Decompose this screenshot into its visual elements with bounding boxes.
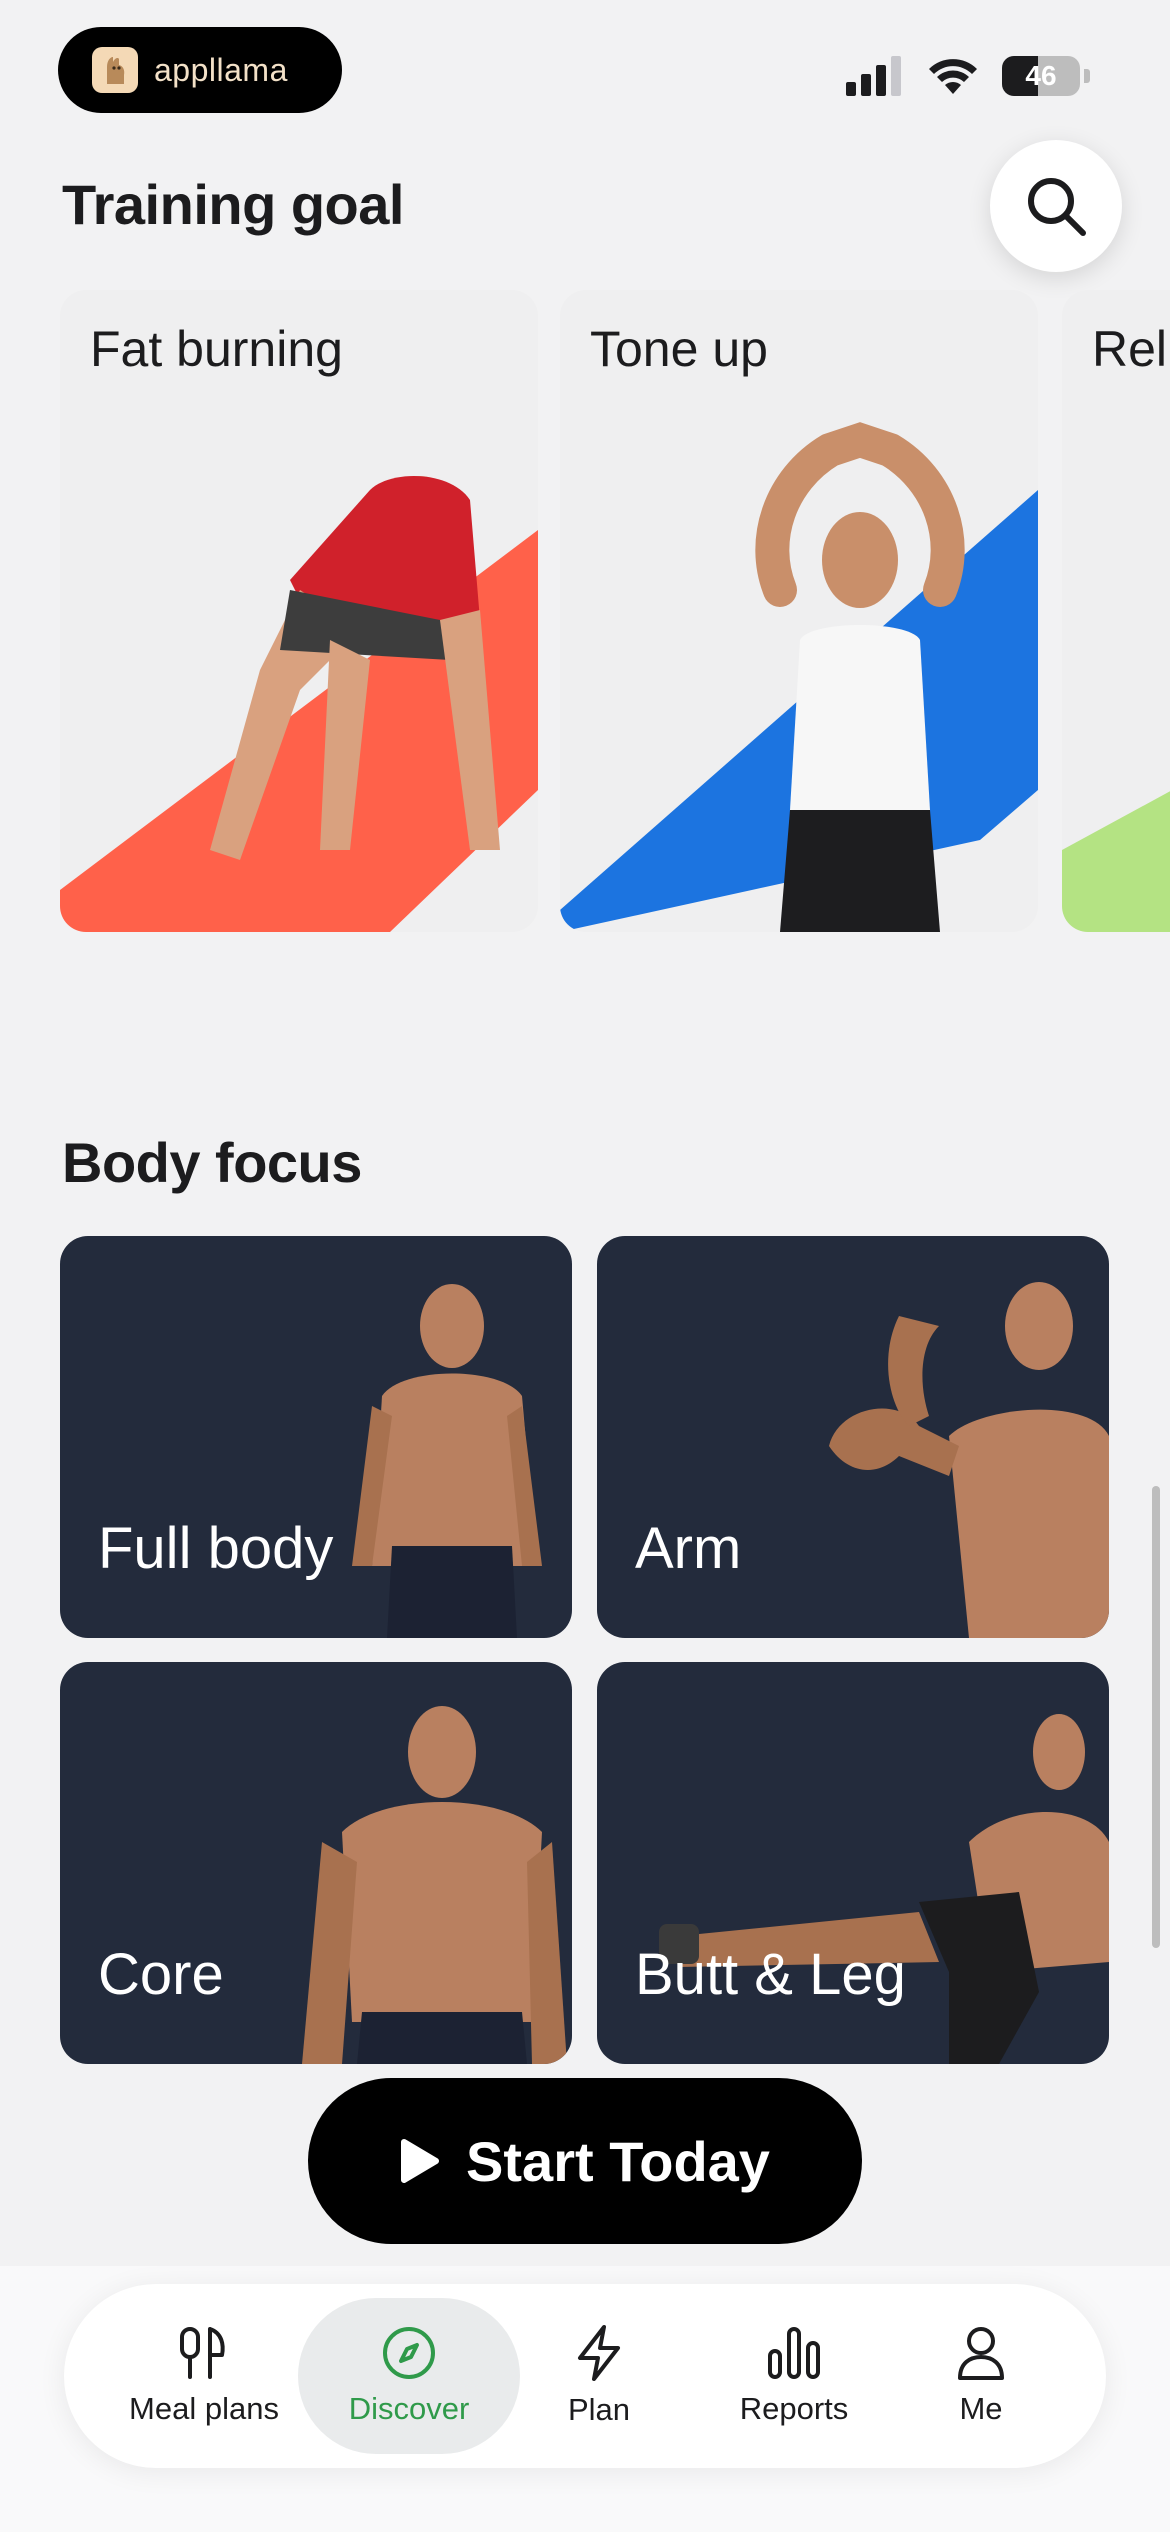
goal-card-label: Tone up bbox=[590, 321, 768, 377]
goal-card-relax[interactable]: Rel bbox=[1062, 290, 1170, 932]
discover-screen: appllama 46 Training goal Fat burning To… bbox=[0, 0, 1170, 2532]
start-today-label: Start Today bbox=[466, 2129, 770, 2193]
tab-label: Plan bbox=[567, 2392, 631, 2427]
athlete-figure bbox=[302, 1706, 567, 2064]
tab-discover[interactable]: Discover bbox=[309, 2284, 509, 2468]
tab-reports[interactable]: Reports bbox=[694, 2284, 894, 2468]
focus-card-label: Core bbox=[98, 1942, 224, 2007]
scroll-indicator[interactable] bbox=[1152, 1486, 1160, 1948]
tab-meal-plans[interactable]: Meal plans bbox=[104, 2284, 304, 2468]
utensils-icon bbox=[180, 2327, 225, 2379]
tab-bar: Meal plans Discover Plan Reports Me bbox=[64, 2284, 1106, 2468]
start-today-button[interactable]: Start Today bbox=[308, 2078, 862, 2244]
lightning-icon bbox=[578, 2325, 620, 2381]
compass-icon bbox=[383, 2327, 435, 2379]
goal-card-fat-burning[interactable]: Fat burning bbox=[60, 290, 538, 932]
focus-card-label: Arm bbox=[635, 1516, 742, 1581]
focus-card-full-body[interactable]: Full body bbox=[60, 1236, 572, 1638]
llama-logo-icon bbox=[92, 47, 138, 93]
goal-stripe bbox=[560, 422, 1038, 932]
focus-card-label: Full body bbox=[98, 1516, 334, 1581]
battery-level: 46 bbox=[1025, 60, 1057, 91]
battery-icon: 46 bbox=[1002, 56, 1080, 96]
focus-card-arm[interactable]: Arm bbox=[597, 1236, 1109, 1638]
bar-chart-icon bbox=[768, 2327, 820, 2379]
appllama-pill[interactable]: appllama bbox=[58, 27, 342, 113]
training-goal-title: Training goal bbox=[62, 173, 404, 236]
status-icons: 46 bbox=[846, 56, 1090, 96]
focus-card-butt-leg[interactable]: Butt & Leg bbox=[597, 1662, 1109, 2064]
athlete-figure bbox=[352, 1284, 542, 1638]
goal-card-tone-up[interactable]: Tone up bbox=[560, 290, 1038, 932]
tab-plan[interactable]: Plan bbox=[514, 2284, 684, 2468]
tab-label: Discover bbox=[348, 2391, 470, 2426]
goal-stripe bbox=[60, 476, 538, 932]
person-icon bbox=[958, 2327, 1004, 2380]
goal-stripe bbox=[1062, 791, 1170, 932]
focus-card-label: Butt & Leg bbox=[635, 1942, 906, 2007]
goal-card-label: Rel bbox=[1092, 321, 1168, 377]
tab-label: Me bbox=[959, 2391, 1003, 2426]
athlete-figure bbox=[829, 1282, 1109, 1638]
focus-card-core[interactable]: Core bbox=[60, 1662, 572, 2064]
appllama-label: appllama bbox=[154, 51, 288, 88]
search-button[interactable] bbox=[990, 140, 1122, 272]
goal-card-label: Fat burning bbox=[90, 321, 343, 377]
wifi-icon bbox=[929, 59, 977, 94]
cellular-signal-icon bbox=[846, 56, 901, 96]
body-focus-title: Body focus bbox=[62, 1131, 362, 1194]
search-icon bbox=[1028, 178, 1086, 236]
tab-label: Reports bbox=[739, 2391, 849, 2426]
tab-label: Meal plans bbox=[129, 2391, 279, 2426]
tab-me[interactable]: Me bbox=[906, 2284, 1056, 2468]
play-icon bbox=[401, 2139, 440, 2183]
